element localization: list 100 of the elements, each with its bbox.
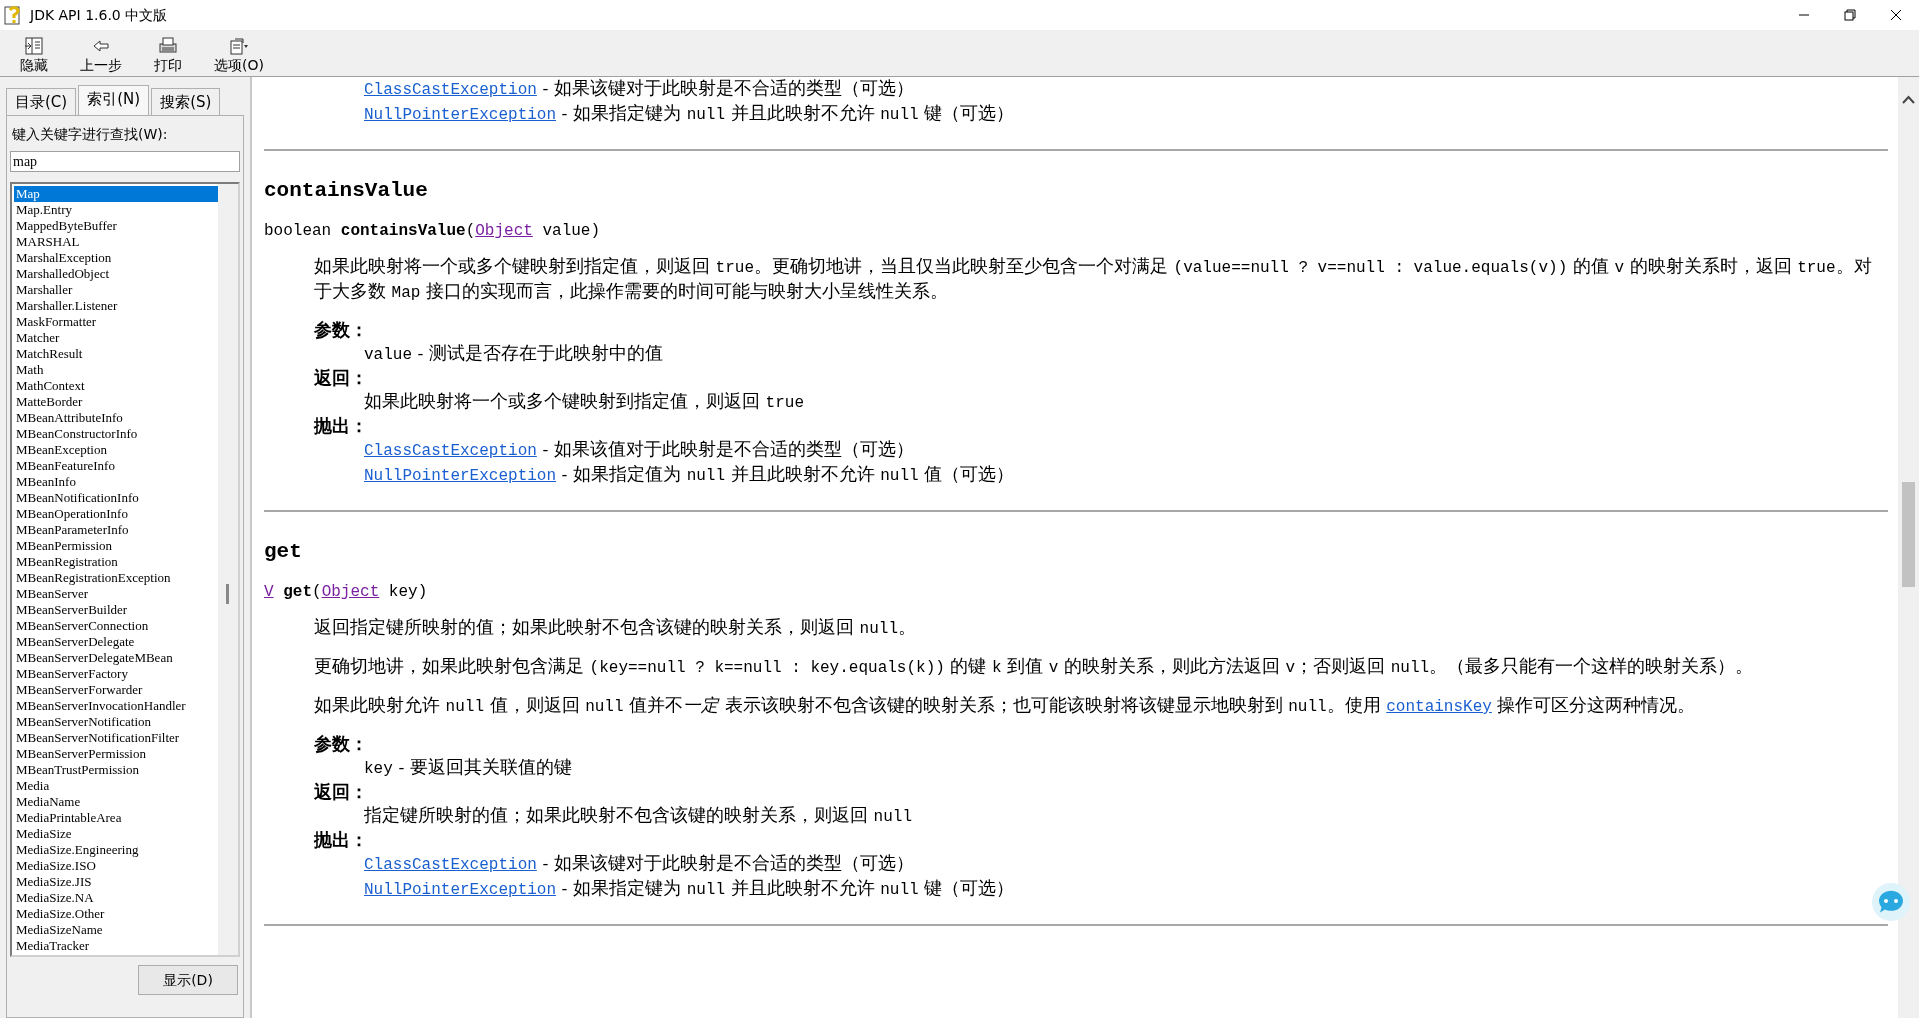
list-item[interactable]: MBeanServerDelegate bbox=[14, 634, 218, 650]
section-label: 返回： bbox=[314, 367, 369, 390]
list-item[interactable]: MediaName bbox=[14, 794, 218, 810]
list-item[interactable]: MediaSize.ISO bbox=[14, 858, 218, 874]
list-item[interactable]: MediaSize.JIS bbox=[14, 874, 218, 890]
list-item[interactable]: MediaSizeName bbox=[14, 922, 218, 938]
hide-pane-icon bbox=[23, 36, 45, 56]
search-label: 键入关键字进行查找(W): bbox=[12, 125, 169, 144]
tab[interactable]: 搜索(S) bbox=[151, 88, 221, 115]
list-item[interactable]: MBeanServerConnection bbox=[14, 618, 218, 634]
link[interactable]: ClassCastException bbox=[364, 442, 537, 460]
list-item[interactable]: MarshalException bbox=[14, 250, 218, 266]
list-item[interactable]: MBeanFeatureInfo bbox=[14, 458, 218, 474]
list-item[interactable]: MarshalledObject bbox=[14, 266, 218, 282]
list-item[interactable]: Media bbox=[14, 778, 218, 794]
method-heading: get bbox=[264, 540, 303, 563]
list-item[interactable]: MBeanInfo bbox=[14, 474, 218, 490]
link[interactable]: containsKey bbox=[1386, 698, 1492, 716]
list-item[interactable]: MBeanServerNotification bbox=[14, 714, 218, 730]
list-item[interactable]: MediaSize bbox=[14, 826, 218, 842]
list-item[interactable]: MBeanServerBuilder bbox=[14, 602, 218, 618]
list-item[interactable]: MARSHAL bbox=[14, 234, 218, 250]
print-button[interactable]: 打印 bbox=[144, 36, 192, 76]
back-button[interactable]: 上一步 bbox=[70, 36, 132, 76]
link[interactable]: NullPointerException bbox=[364, 106, 557, 124]
close-icon bbox=[1890, 9, 1902, 21]
link[interactable]: ClassCastException bbox=[364, 856, 537, 874]
list-item[interactable]: MediaTracker bbox=[14, 938, 218, 954]
scroll-thumb[interactable] bbox=[226, 584, 229, 604]
description-text: 返回指定键所映射的值；如果此映射不包含该键的映射关系，则返回 null。 bbox=[314, 616, 917, 640]
hide-button[interactable]: 隐藏 bbox=[10, 36, 58, 76]
method-signature: boolean containsValue(Object value) bbox=[264, 221, 602, 242]
throws-text: ClassCastException - 如果该键对于此映射是不合适的类型（可选） bbox=[364, 77, 915, 101]
options-icon bbox=[227, 36, 250, 56]
section-text: ClassCastException - 如果该键对于此映射是不合适的类型（可选） bbox=[364, 852, 915, 876]
list-item[interactable]: MappedByteBuffer bbox=[14, 218, 218, 234]
section-text: 如果此映射将一个或多个键映射到指定值，则返回 true bbox=[364, 390, 805, 414]
list-item[interactable]: MediaPrintableArea bbox=[14, 810, 218, 826]
link[interactable]: V bbox=[264, 583, 274, 601]
list-item[interactable]: MBeanParameterInfo bbox=[14, 522, 218, 538]
link[interactable]: ClassCastException bbox=[364, 81, 537, 99]
description-text: 更确切地讲，如果此映射包含满足 (key==null ? k==null : key.equals(k)) 的键 k 到值 v 的映射关系，则此方法返回 v；否则返回 null。（最多只能有一个这样的映射关系）。 bbox=[314, 655, 1755, 679]
list-item[interactable]: MBeanException bbox=[14, 442, 218, 458]
section-label: 返回： bbox=[314, 781, 369, 804]
section-label: 抛出： bbox=[314, 415, 369, 438]
section-text: value - 测试是否存在于此映射中的值 bbox=[364, 342, 665, 366]
list-item[interactable]: Matcher bbox=[14, 330, 218, 346]
link[interactable]: Object bbox=[321, 583, 380, 601]
window-title: JDK API 1.6.0 中文版 bbox=[30, 5, 168, 25]
list-item[interactable]: MBeanNotificationInfo bbox=[14, 490, 218, 506]
list-item[interactable]: MBeanServerInvocationHandler bbox=[14, 698, 218, 714]
list-item[interactable]: MBeanServerDelegateMBean bbox=[14, 650, 218, 666]
search-field[interactable]: map bbox=[10, 151, 240, 172]
method-heading: containsValue bbox=[264, 179, 429, 202]
list-item[interactable]: MediaSize.Other bbox=[14, 906, 218, 922]
list-item[interactable]: MBeanRegistrationException bbox=[14, 570, 218, 586]
link[interactable]: Object bbox=[475, 222, 533, 240]
section-text: 指定键所映射的值；如果此映射不包含该键的映射关系，则返回 null bbox=[364, 804, 913, 828]
list-item[interactable]: MBeanServerFactory bbox=[14, 666, 218, 682]
options-button[interactable]: 选项(O) bbox=[204, 36, 274, 76]
list-item[interactable]: MaskFormatter bbox=[14, 314, 218, 330]
list-item[interactable]: MBeanServerForwarder bbox=[14, 682, 218, 698]
description-text: 如果此映射允许 null 值，则返回 null 值并不一定 表示该映射不包含该键的映射关系；也可能该映射将该键显示地映射到 null。使用 containsKey 操作可区分这两种情况。 bbox=[314, 694, 1697, 718]
list-item[interactable]: Map bbox=[14, 186, 218, 202]
display-button[interactable]: 显示(D) bbox=[138, 965, 238, 995]
description-text: 如果此映射将一个或多个键映射到指定值，则返回 true。更确切地讲，当且仅当此映射至少包含一个对满足 (value==null ? v==null : value.equals(v)) 的值 v 的映射关系时，返回 true。对于大多数 Map 接口的实现而言，此操作需要的时间可能与映射大小呈线性关系。 bbox=[314, 255, 1873, 304]
list-item[interactable]: Marshaller bbox=[14, 282, 218, 298]
throws-text: NullPointerException - 如果指定键为 null 并且此映射不允许 null 键（可选） bbox=[364, 102, 1016, 126]
section-text: NullPointerException - 如果指定值为 null 并且此映射不允许 null 值（可选） bbox=[364, 463, 1016, 487]
link[interactable]: NullPointerException bbox=[364, 467, 557, 485]
list-item[interactable]: MediaSize.NA bbox=[14, 890, 218, 906]
list-item[interactable]: Map.Entry bbox=[14, 202, 218, 218]
list-item[interactable]: MatchResult bbox=[14, 346, 218, 362]
section-text: key - 要返回其关联值的键 bbox=[364, 756, 573, 780]
section-text: ClassCastException - 如果该值对于此映射是不合适的类型（可选） bbox=[364, 438, 915, 462]
list-item[interactable]: MBeanServerNotificationFilter bbox=[14, 730, 218, 746]
list-item[interactable]: MatteBorder bbox=[14, 394, 218, 410]
section-label: 参数： bbox=[314, 319, 369, 342]
list-item[interactable]: Math bbox=[14, 362, 218, 378]
printer-icon bbox=[157, 36, 179, 56]
tab[interactable]: 目录(C) bbox=[6, 88, 77, 115]
list-item[interactable]: MBeanRegistration bbox=[14, 554, 218, 570]
list-item[interactable]: MBeanOperationInfo bbox=[14, 506, 218, 522]
section-label: 参数： bbox=[314, 733, 369, 756]
list-item[interactable]: MBeanTrustPermission bbox=[14, 762, 218, 778]
list-item[interactable]: MBeanServerPermission bbox=[14, 746, 218, 762]
link[interactable]: NullPointerException bbox=[364, 881, 557, 899]
method-signature: V get(Object key) bbox=[264, 582, 429, 603]
list-item[interactable]: MBeanPermission bbox=[14, 538, 218, 554]
list-item[interactable]: Marshaller.Listener bbox=[14, 298, 218, 314]
tab[interactable]: 索引(N) bbox=[78, 85, 150, 116]
scroll-thumb[interactable] bbox=[1902, 482, 1915, 587]
list-item[interactable]: MBeanServer bbox=[14, 586, 218, 602]
list-item[interactable]: MBeanAttributeInfo bbox=[14, 410, 218, 426]
list-item[interactable]: MediaSize.Engineering bbox=[14, 842, 218, 858]
list-item[interactable]: MBeanConstructorInfo bbox=[14, 426, 218, 442]
chat-bubble-icon[interactable] bbox=[1871, 882, 1911, 922]
list-item[interactable]: MathContext bbox=[14, 378, 218, 394]
restore-icon bbox=[1844, 9, 1856, 21]
section-label: 抛出： bbox=[314, 829, 369, 852]
